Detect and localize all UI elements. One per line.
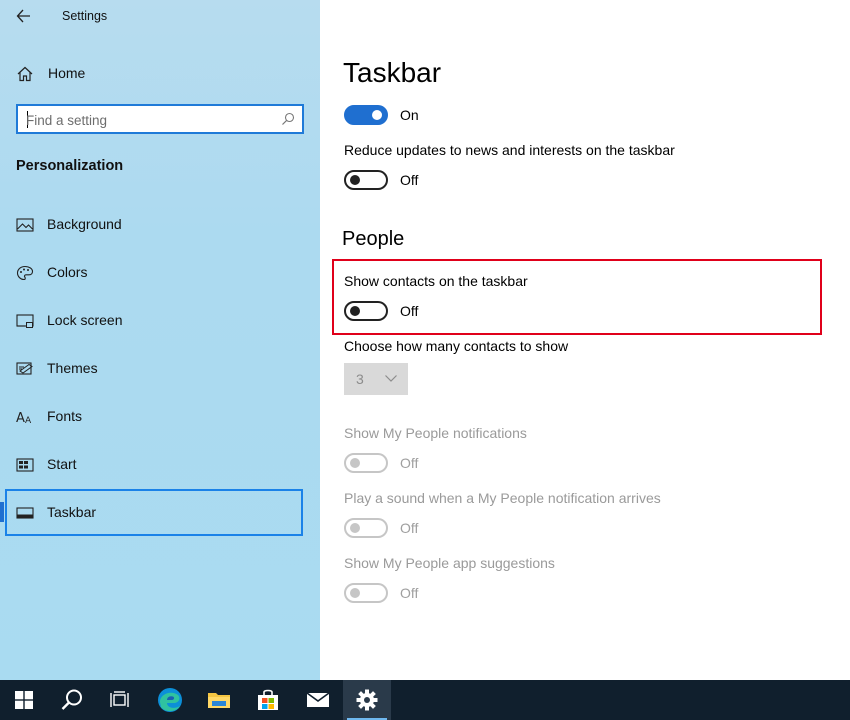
toggle-state: Off [400, 303, 419, 319]
page-title: Taskbar [343, 57, 442, 88]
lock-screen-icon [16, 314, 34, 328]
sound-toggle[interactable] [344, 518, 388, 538]
sidebar-item-label: Background [47, 216, 122, 232]
toggle-state: Off [400, 455, 419, 471]
toggle-state: Off [400, 585, 419, 601]
reduce-updates-label: Reduce updates to news and interests on … [344, 142, 675, 158]
mail-icon [306, 692, 330, 707]
toggle-knob [350, 588, 360, 598]
svg-text:A: A [25, 416, 32, 425]
sidebar-item-lock-screen[interactable]: Lock screen [0, 299, 320, 343]
search-icon [61, 689, 82, 710]
sidebar-item-start[interactable]: Start [0, 443, 320, 487]
sidebar-item-background[interactable]: Background [0, 203, 320, 247]
taskbar-toggle[interactable] [344, 105, 388, 125]
toggle-knob [350, 306, 360, 316]
reduce-updates-toggle[interactable] [344, 170, 388, 190]
show-contacts-label: Show contacts on the taskbar [344, 273, 528, 289]
suggestions-label: Show My People app suggestions [344, 555, 555, 571]
sidebar-item-label: Taskbar [47, 504, 97, 520]
folder-icon [208, 693, 230, 708]
suggestions-toggle[interactable] [344, 583, 388, 603]
task-view-icon [110, 691, 129, 707]
chevron-down-icon [385, 375, 397, 382]
show-contacts-toggle[interactable] [344, 301, 388, 321]
sidebar-item-label: Lock screen [47, 312, 123, 328]
edge-button[interactable] [146, 680, 194, 720]
sidebar-item-taskbar[interactable]: Taskbar [0, 489, 320, 536]
search-field[interactable] [16, 104, 304, 134]
gear-icon [356, 689, 378, 711]
task-view-button[interactable] [96, 680, 144, 720]
toggle-state: On [400, 107, 419, 123]
highlight-annotation [332, 259, 822, 335]
store-icon [258, 689, 278, 710]
sidebar-item-label: Home [48, 65, 86, 81]
section-heading: Personalization [16, 158, 124, 174]
selected-indicator [0, 502, 4, 522]
app-title: Settings [62, 9, 108, 23]
start-icon [16, 458, 34, 472]
file-explorer-button[interactable] [195, 680, 243, 720]
taskbar-search-button[interactable] [48, 680, 96, 720]
taskbar-icon [16, 507, 34, 519]
picture-icon [16, 218, 34, 232]
search-icon [282, 112, 295, 125]
settings-sidebar: Settings Home Personalization Background… [0, 0, 320, 680]
fonts-icon: A A [16, 411, 32, 425]
sidebar-item-label: Colors [47, 264, 88, 280]
sidebar-item-label: Themes [47, 360, 98, 376]
sidebar-item-themes[interactable]: Themes [0, 347, 320, 391]
toggle-knob [350, 523, 360, 533]
sound-label: Play a sound when a My People notificati… [344, 490, 661, 506]
notifications-label: Show My People notifications [344, 425, 527, 441]
toggle-knob [350, 175, 360, 185]
toggle-state: Off [400, 520, 419, 536]
toggle-state: Off [400, 172, 419, 188]
toggle-knob [372, 110, 382, 120]
edge-icon [158, 688, 182, 712]
sidebar-item-fonts[interactable]: A A Fonts [0, 395, 320, 439]
windows-logo-icon [15, 691, 33, 709]
sidebar-item-label: Start [47, 456, 77, 472]
settings-taskbar-button[interactable] [343, 680, 391, 720]
sidebar-item-label: Fonts [47, 408, 83, 424]
sidebar-item-home[interactable]: Home [0, 59, 320, 89]
back-button[interactable] [16, 6, 32, 26]
windows-taskbar [0, 680, 850, 720]
people-section-title: People [342, 228, 405, 250]
themes-icon [16, 362, 33, 375]
notifications-toggle[interactable] [344, 453, 388, 473]
mail-button[interactable] [294, 680, 342, 720]
search-input[interactable] [26, 111, 266, 129]
sidebar-item-colors[interactable]: Colors [0, 251, 320, 295]
palette-icon [16, 265, 34, 281]
dropdown-value: 3 [356, 371, 364, 387]
toggle-knob [350, 458, 360, 468]
start-button[interactable] [0, 680, 48, 720]
store-button[interactable] [244, 680, 292, 720]
contacts-count-dropdown[interactable]: 3 [344, 363, 408, 395]
back-arrow-icon [16, 9, 30, 23]
contacts-count-label: Choose how many contacts to show [344, 338, 569, 354]
home-icon [17, 66, 33, 82]
svg-text:A: A [16, 411, 25, 425]
